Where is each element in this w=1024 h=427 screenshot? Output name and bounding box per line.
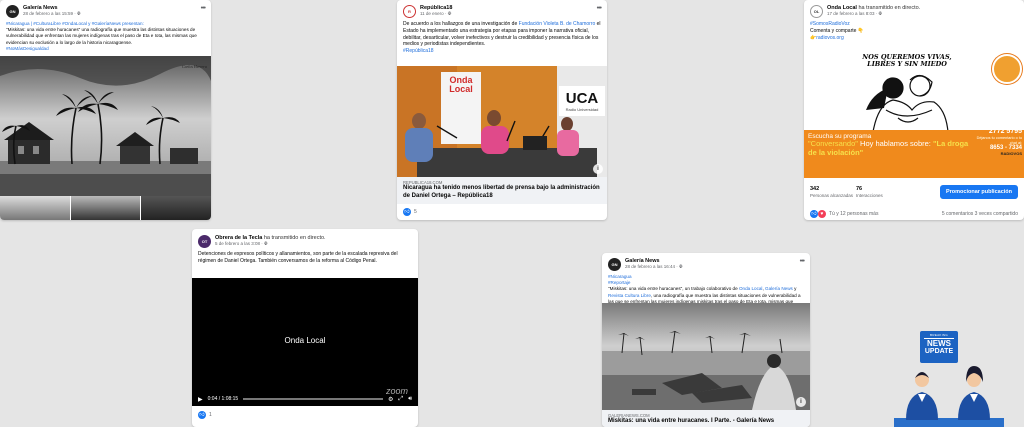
like-reaction-icon: 👍︎ bbox=[198, 411, 206, 419]
post-timestamp[interactable]: 5 de febrero a las 3:08 · bbox=[215, 241, 264, 246]
hurricane-aftermath-photo[interactable]: i bbox=[602, 303, 810, 410]
post-hashtag[interactable]: #SomosRadioVoz bbox=[810, 21, 1018, 28]
more-options-icon[interactable]: ••• bbox=[201, 5, 206, 12]
post-action: ha transmitido en directo. bbox=[856, 5, 921, 11]
station-logo bbox=[992, 54, 1022, 84]
video-time: 0:04 / 1:08:15 bbox=[207, 396, 239, 402]
post-cta: Comenta y comparte 👇 bbox=[810, 27, 865, 34]
post-text: Detenciones de expresos políticos y alla… bbox=[198, 251, 398, 264]
interactions-label: Interacciones bbox=[856, 192, 883, 198]
post-author[interactable]: Onda Local bbox=[827, 5, 857, 11]
comments-shares[interactable]: 5 comentarios 3 veces compartido bbox=[942, 211, 1018, 217]
more-options-icon[interactable]: ••• bbox=[597, 5, 602, 12]
post-hashtag[interactable]: #República18 bbox=[403, 48, 601, 55]
play-icon[interactable]: ▶ bbox=[198, 396, 203, 403]
info-icon[interactable]: i bbox=[593, 164, 603, 174]
embracing-women-illustration bbox=[866, 74, 949, 132]
live-video-player[interactable]: Onda Local zoom ▶ 0:04 / 1:08:15 ⚙ ⤢ 🔊︎ bbox=[192, 278, 418, 406]
post-timestamp[interactable]: 28 de febrero a las 16:44 · bbox=[625, 264, 679, 269]
link-title[interactable]: Nicaragua ha tenido menos libertad de pr… bbox=[403, 185, 601, 200]
more-options-icon[interactable]: ••• bbox=[800, 258, 805, 265]
love-reaction-icon: ♥ bbox=[818, 210, 826, 218]
post-insights: 342 Personas alcanzadas 76 Interacciones… bbox=[804, 181, 1024, 203]
globe-icon: 🌐︎ bbox=[447, 11, 452, 17]
settings-icon[interactable]: ⚙ bbox=[388, 396, 393, 403]
like-reaction-icon: 👍︎ bbox=[403, 208, 411, 216]
like-reaction-icon: 👍︎ bbox=[810, 210, 818, 218]
post-card-onda-local: OL Onda Local ha transmitido en directo.… bbox=[804, 0, 1024, 220]
news-update-illustration: BREAKING NEWS UPDATE bbox=[874, 322, 1024, 427]
post-text-1: "Miskitas: una vida entre huracanes", un… bbox=[608, 286, 739, 292]
onda-local-link[interactable]: Onda Local bbox=[739, 286, 763, 291]
video-title: Onda Local bbox=[284, 336, 326, 345]
globe-icon: 🌐︎ bbox=[679, 264, 683, 270]
interactions-value: 76 bbox=[856, 185, 863, 192]
onda-local-banner: Onda Local bbox=[449, 75, 473, 94]
reach-value: 342 bbox=[810, 185, 820, 192]
post-text: "Miskitas: una vida entre huracanes" una… bbox=[6, 27, 197, 45]
reaction-count: 5 bbox=[414, 209, 417, 215]
program-poster[interactable]: NOS QUEREMOS VIVAS, LIBRES Y SIN MIEDO E… bbox=[804, 50, 1024, 178]
fullscreen-icon[interactable]: ⤢ bbox=[398, 396, 403, 403]
post-card-galeria-2: GN Galería News 28 de febrero a las 16:4… bbox=[602, 253, 810, 427]
fundacion-link[interactable]: Fundación Violeta B. de Chamorro bbox=[519, 21, 596, 27]
galeria-news-avatar[interactable]: GN bbox=[6, 5, 19, 18]
video-progress-bar[interactable] bbox=[243, 398, 384, 400]
link-preview[interactable]: GALERIANEWS.COM Miskitas: una vida entre… bbox=[602, 410, 810, 427]
promote-post-button[interactable]: Promocionar publicación bbox=[939, 185, 1018, 199]
globe-icon: 🌐︎ bbox=[264, 241, 268, 247]
reactions-bar[interactable]: 👍︎ 1 bbox=[192, 408, 218, 422]
photo-credit: Carlos Herrera bbox=[182, 64, 207, 69]
reach-label: Personas alcanzadas bbox=[810, 192, 854, 198]
galeria-news-link[interactable]: Galería News bbox=[765, 286, 793, 291]
poster-headline: NOS QUEREMOS VIVAS, LIBRES Y SIN MIEDO bbox=[862, 53, 952, 69]
republica18-avatar[interactable]: R bbox=[403, 5, 416, 18]
news-update-sign: BREAKING NEWS UPDATE bbox=[920, 331, 958, 363]
video-controls: ▶ 0:04 / 1:08:15 ⚙ ⤢ 🔊︎ bbox=[192, 392, 418, 406]
poster-contact: Opina al: 2772 5795 Déjanos tu comentari… bbox=[976, 122, 1022, 156]
radio-studio-photo[interactable]: Onda Local UCA Radio Universidad i bbox=[397, 66, 607, 177]
post-author[interactable]: Obrera de la Tecla bbox=[215, 235, 262, 241]
post-photo-village[interactable]: Carlos Herrera bbox=[0, 56, 211, 196]
website-link[interactable]: 👉radiovos.org bbox=[810, 35, 1018, 42]
post-text-start: De acuerdo a los hallazgos de una invest… bbox=[403, 21, 519, 27]
post-timestamp[interactable]: 11 de enero · bbox=[420, 11, 448, 16]
post-card-galeria-1: GN Galería News 28 de febrero a las 15:5… bbox=[0, 0, 211, 220]
uca-banner: UCA Radio Universidad bbox=[565, 90, 599, 112]
reaction-count: 1 bbox=[209, 412, 212, 418]
post-text-3: y bbox=[792, 286, 797, 292]
post-action: ha transmitido en directo. bbox=[262, 235, 326, 241]
onda-local-avatar[interactable]: OL bbox=[810, 5, 823, 18]
link-preview[interactable]: REPUBLICA18.COM Nicaragua ha tenido meno… bbox=[397, 177, 607, 204]
reactions-bar[interactable]: 👍︎ ♥ Tú y 12 personas más 5 comentarios … bbox=[804, 207, 1024, 220]
post-hashtag[interactable]: #NoMásDesigualdad bbox=[6, 46, 205, 52]
globe-icon: 🌐︎ bbox=[878, 11, 883, 17]
info-icon[interactable]: i bbox=[796, 397, 806, 407]
post-card-obrera-tecla: OT Obrera de la Tecla ha transmitido en … bbox=[192, 229, 418, 427]
post-photo-strip[interactable] bbox=[0, 196, 211, 220]
reaction-summary: Tú y 12 personas más bbox=[829, 211, 879, 217]
post-timestamp[interactable]: 17 de febrero a las 8:03 · bbox=[827, 11, 879, 16]
galeria-news-avatar[interactable]: GN bbox=[608, 258, 621, 271]
globe-icon: 🌐︎ bbox=[77, 11, 81, 17]
obrera-tecla-avatar[interactable]: OT bbox=[198, 235, 211, 248]
post-card-republica18: R República18 11 de enero · 🌐︎ ••• De ac… bbox=[397, 0, 607, 220]
cultura-libre-link[interactable]: Revista Cultura Libre bbox=[608, 293, 651, 298]
post-timestamp[interactable]: 28 de febrero a las 15:59 · bbox=[23, 11, 77, 16]
reactions-bar[interactable]: 👍︎ 5 bbox=[397, 205, 423, 219]
volume-icon[interactable]: 🔊︎ bbox=[408, 396, 412, 403]
link-title[interactable]: Miskitas: una vida entre huracanes. I Pa… bbox=[608, 418, 804, 426]
